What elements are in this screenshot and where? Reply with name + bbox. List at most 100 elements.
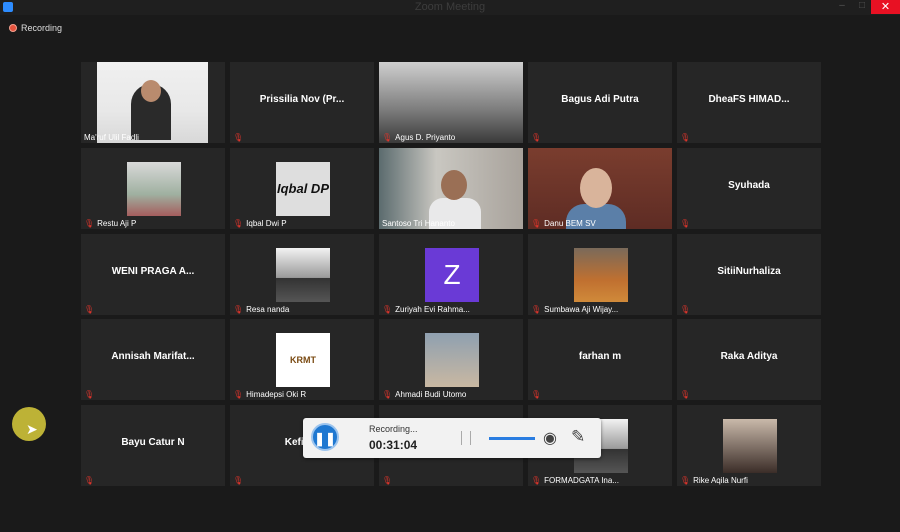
participant-status: 🎙︎ [531,390,544,399]
participant-name: Zuriyah Evi Rahma... [395,304,470,314]
muted-mic-icon: 🎙︎ [233,476,244,485]
muted-mic-icon: 🎙︎ [680,133,691,142]
muted-mic-icon: 🎙︎ [531,476,542,485]
participant-tile[interactable]: Bayu Catur N 🎙︎ [81,405,225,486]
muted-mic-icon: 🎙︎ [680,218,691,228]
participant-display-name: Bayu Catur N [121,437,185,448]
participant-name: Rike Aqila Nurfi [693,476,748,485]
maximize-button[interactable]: □ [852,0,872,14]
participant-name-label: Santoso Tri Hananto [382,219,455,228]
participant-name: Iqbal Dwi P [246,218,287,228]
participant-name-label: 🎙︎ Sumbawa Aji Wijay... [531,305,618,314]
recording-label: Recording [21,23,63,33]
participant-display-name: Syuhada [728,179,770,191]
profile-picture [425,333,479,388]
recorder-toolbar: ❚❚ Recording... 00:31:04 ◉ ✎ [303,418,601,458]
profile-picture [723,419,777,473]
participant-display-name: Annisah Marifat... [111,351,195,363]
participant-name: Ahmadi Budi Utomo [395,390,467,400]
muted-mic-icon: 🎙︎ [680,390,691,400]
pause-button[interactable]: ❚❚ [311,423,339,451]
recorder-time: 00:31:04 [369,438,418,452]
profile-picture: Z [425,247,479,302]
participant-tile[interactable]: Bagus Adi Putra 🎙︎ [528,62,672,143]
participant-name: Sumbawa Aji Wijay... [544,304,619,314]
muted-mic-icon: 🎙︎ [531,133,542,142]
participant-tile[interactable]: DheaFS HIMAD... 🎙︎ [677,62,821,143]
participant-tile[interactable]: KRMT 🎙︎ Himadepsi Oki R [230,319,374,401]
recorder-status: Recording... [369,424,418,434]
minimize-button[interactable]: – [832,0,852,14]
pencil-icon[interactable]: ✎ [571,427,585,447]
participant-name-label: 🎙︎ [382,476,395,485]
participant-display-name: farhan m [578,351,622,363]
volume-slider[interactable] [489,437,535,440]
muted-mic-icon: 🎙︎ [382,304,393,314]
participant-tile[interactable]: 🎙︎ Sumbawa Aji Wijay... [528,233,672,315]
participant-display-name: Raka Aditya [720,351,778,363]
participant-name-label: 🎙︎ Zuriyah Evi Rahma... [382,305,470,314]
muted-mic-icon: 🎙︎ [84,304,95,314]
profile-picture [574,247,628,302]
participant-video [379,147,523,229]
participant-status: 🎙︎ [531,133,544,142]
person-face [141,80,161,102]
participant-status: 🎙︎ [680,133,693,142]
participant-name: Resa nanda [246,304,290,314]
profile-picture: KRMT [276,333,330,388]
participant-tile[interactable]: Iqbal DP 🎙︎ Iqbal Dwi P [230,147,374,229]
recording-indicator[interactable]: Recording [9,23,62,33]
participant-tile[interactable]: Annisah Marifat... 🎙︎ [81,319,225,401]
participant-name-label: 🎙︎ FORMADGATA Ina... [531,476,619,485]
record-icon [9,24,17,32]
participant-video [528,147,672,229]
close-button[interactable]: ✕ [871,0,900,14]
participant-name-label: 🎙︎ Resa nanda [233,305,289,314]
participant-display-name: DheaFS HIMAD... [708,94,790,105]
participant-tile[interactable]: Ma'ruf Ulil Fadli [81,62,225,143]
participant-tile[interactable]: 🎙︎ Restu Aji P [81,147,225,229]
participant-tile[interactable]: WENI PRAGA A... 🎙︎ [81,233,225,315]
participant-status: 🎙︎ [680,390,693,399]
participant-name: FORMADGATA Ina... [544,476,619,485]
participant-display-name: Prissilia Nov (Pr... [259,94,345,105]
participant-tile[interactable]: 🎙︎ Agus D. Priyanto [379,62,523,143]
participant-display-name: SitiiNurhaliza [717,265,781,277]
muted-mic-icon: 🎙︎ [84,218,95,228]
participant-status: 🎙︎ [84,390,97,399]
participant-name-label: 🎙︎ Ahmadi Budi Utomo [382,390,466,399]
participant-status: 🎙︎ [84,476,97,485]
muted-mic-icon: 🎙︎ [531,304,542,314]
participant-status: 🎙︎ [680,219,693,228]
participant-tile[interactable]: 🎙︎ Ahmadi Budi Utomo [379,319,523,401]
participant-tile[interactable]: 🎙︎ Danu BEM SV [528,147,672,229]
participant-status: 🎙︎ [84,305,97,314]
title-bar: Zoom Meeting – □ ✕ [0,0,900,15]
participant-tile[interactable]: 🎙︎ Resa nanda [230,233,374,315]
muted-mic-icon: 🎙︎ [84,390,95,400]
drag-handle[interactable] [461,431,471,445]
participant-name-label: 🎙︎ Restu Aji P [84,219,136,228]
muted-mic-icon: 🎙︎ [382,133,393,142]
participant-display-name: WENI PRAGA A... [111,265,195,277]
muted-mic-icon: 🎙︎ [84,476,95,485]
participant-tile[interactable]: Syuhada 🎙︎ [677,147,821,229]
participant-name-label: 🎙︎ Iqbal Dwi P [233,219,287,228]
profile-picture [276,247,330,302]
participant-name: Agus D. Priyanto [395,133,456,142]
webcam-icon[interactable]: ◉ [543,428,557,448]
participant-tile[interactable]: Prissilia Nov (Pr... 🎙︎ [230,62,374,143]
participant-name-label: 🎙︎ Himadepsi Oki R [233,390,306,399]
participant-tile[interactable]: Santoso Tri Hananto [379,147,523,229]
participant-tile[interactable]: 🎙︎ Rike Aqila Nurfi [677,405,821,486]
participant-name: Santoso Tri Hananto [382,218,455,228]
participant-tile[interactable]: SitiiNurhaliza 🎙︎ [677,233,821,315]
participant-tile[interactable]: Z 🎙︎ Zuriyah Evi Rahma... [379,233,523,315]
mouse-cursor-icon: ➤ [26,421,38,437]
participant-tile[interactable]: Raka Aditya 🎙︎ [677,319,821,401]
muted-mic-icon: 🎙︎ [233,218,244,228]
muted-mic-icon: 🎙︎ [233,133,244,142]
participant-tile[interactable]: farhan m 🎙︎ [528,319,672,401]
person-face [580,167,612,208]
profile-picture: Iqbal DP [276,161,330,216]
